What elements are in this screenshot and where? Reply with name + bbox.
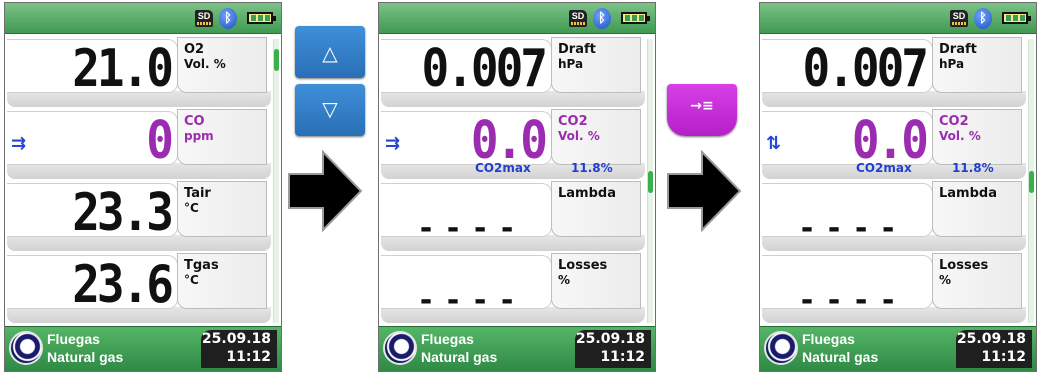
draft-value: 0.007 [802, 38, 929, 99]
measurement-row-co2[interactable]: ⇅ 0.0 CO2 Vol. % CO2max 11.8% [760, 107, 1026, 179]
datetime-panel: 25.09.18 11:12 [956, 330, 1032, 368]
co-value: 0 [146, 110, 174, 171]
co2-unit: Vol. % [939, 129, 981, 143]
fluegas-logo-icon [383, 331, 417, 365]
device-screen-1: SD ᛒ 21.0 O2 Vol. % ⇉ 0 CO ppm 23.3 Tair… [4, 2, 282, 372]
measurement-row-o2[interactable]: 21.0 O2 Vol. % [5, 35, 271, 107]
o2-unit: Vol. % [184, 57, 226, 71]
o2-label: O2 [184, 42, 205, 57]
scrollbar-thumb[interactable] [1029, 171, 1034, 193]
measurement-row-lambda[interactable]: ---- Lambda [760, 179, 1026, 251]
bluetooth-icon: ᛒ [974, 8, 992, 29]
transition-arrow-icon [288, 150, 363, 232]
device-screen-2: SD ᛒ 0.007 Draft hPa ⇉ 0.0 CO2 Vol. % CO… [378, 2, 656, 372]
enter-key-button[interactable]: →≡ [667, 84, 737, 136]
lambda-label: Lambda [939, 186, 997, 201]
tair-value: 23.3 [72, 182, 174, 243]
sd-card-icon: SD [195, 10, 213, 27]
losses-label: Losses [939, 258, 989, 273]
program-name: Fluegas [47, 331, 100, 347]
draft-unit: hPa [558, 57, 584, 71]
down-key-button[interactable]: ▽ [295, 84, 365, 136]
tgas-unit: °C [184, 273, 199, 287]
battery-icon [1002, 12, 1031, 24]
draft-value: 0.007 [421, 38, 548, 99]
sd-card-icon: SD [950, 10, 968, 27]
losses-value: ---- [417, 283, 526, 318]
zero-point-icon: ⇉ [385, 133, 401, 154]
tair-unit: °C [184, 201, 199, 215]
date-text: 25.09.18 [956, 331, 1026, 347]
move-row-icon: ⇅ [766, 133, 782, 154]
measurement-row-co[interactable]: ⇉ 0 CO ppm [5, 107, 271, 179]
scrollbar-thumb[interactable] [274, 49, 279, 71]
footer-bar: Fluegas Natural gas 25.09.18 11:12 [379, 326, 655, 371]
status-bar: SD ᛒ [5, 3, 281, 34]
time-text: 11:12 [226, 349, 271, 365]
co2max-value: 11.8% [571, 161, 613, 175]
fuel-type: Natural gas [421, 349, 498, 365]
co2-label: CO2 [558, 114, 588, 129]
losses-unit: % [939, 273, 952, 287]
battery-icon [247, 12, 276, 24]
draft-label: Draft [558, 42, 596, 57]
datetime-panel: 25.09.18 11:12 [575, 330, 651, 368]
measurement-row-draft[interactable]: 0.007 Draft hPa [760, 35, 1026, 107]
time-text: 11:12 [981, 349, 1026, 365]
lambda-label: Lambda [558, 186, 616, 201]
co2max-label: CO2max [475, 161, 531, 175]
losses-unit: % [558, 273, 571, 287]
time-text: 11:12 [600, 349, 645, 365]
measurement-row-co2[interactable]: ⇉ 0.0 CO2 Vol. % CO2max 11.8% [379, 107, 645, 179]
measurement-row-losses[interactable]: ---- Losses % [760, 251, 1026, 323]
measurement-row-draft[interactable]: 0.007 Draft hPa [379, 35, 645, 107]
program-name: Fluegas [421, 331, 474, 347]
fluegas-logo-icon [9, 331, 43, 365]
fuel-type: Natural gas [47, 349, 124, 365]
scrollbar[interactable] [647, 39, 653, 323]
footer-bar: Fluegas Natural gas 25.09.18 11:12 [5, 326, 281, 371]
co2-unit: Vol. % [558, 129, 600, 143]
date-text: 25.09.18 [575, 331, 645, 347]
bluetooth-icon: ᛒ [593, 8, 611, 29]
co2max-label: CO2max [856, 161, 912, 175]
tgas-value: 23.6 [72, 254, 174, 315]
scrollbar[interactable] [1028, 39, 1034, 323]
co2-label: CO2 [939, 114, 969, 129]
transition-arrow-icon [667, 150, 742, 232]
zero-point-icon: ⇉ [11, 133, 27, 154]
co2max-value: 11.8% [952, 161, 994, 175]
battery-icon [621, 12, 650, 24]
tgas-label: Tgas [184, 258, 219, 273]
losses-value: ---- [798, 283, 907, 318]
tair-label: Tair [184, 186, 211, 201]
measurement-row-tgas[interactable]: 23.6 Tgas °C [5, 251, 271, 323]
lambda-value: ---- [798, 211, 907, 246]
datetime-panel: 25.09.18 11:12 [201, 330, 277, 368]
draft-label: Draft [939, 42, 977, 57]
lambda-value: ---- [417, 211, 526, 246]
scrollbar[interactable] [273, 39, 279, 323]
status-bar: SD ᛒ [379, 3, 655, 34]
measurement-row-losses[interactable]: ---- Losses % [379, 251, 645, 323]
footer-bar: Fluegas Natural gas 25.09.18 11:12 [760, 326, 1036, 371]
device-screen-3: SD ᛒ 0.007 Draft hPa ⇅ 0.0 CO2 Vol. % CO… [759, 2, 1037, 372]
draft-unit: hPa [939, 57, 965, 71]
measurement-row-lambda[interactable]: ---- Lambda [379, 179, 645, 251]
scrollbar-thumb[interactable] [648, 171, 653, 193]
co-unit: ppm [184, 129, 214, 143]
co-label: CO [184, 114, 205, 129]
fuel-type: Natural gas [802, 349, 879, 365]
up-key-button[interactable]: △ [295, 26, 365, 78]
status-bar: SD ᛒ [760, 3, 1036, 34]
fluegas-logo-icon [764, 331, 798, 365]
bluetooth-icon: ᛒ [219, 8, 237, 29]
sd-card-icon: SD [569, 10, 587, 27]
program-name: Fluegas [802, 331, 855, 347]
date-text: 25.09.18 [201, 331, 271, 347]
measurement-row-tair[interactable]: 23.3 Tair °C [5, 179, 271, 251]
losses-label: Losses [558, 258, 608, 273]
o2-value: 21.0 [72, 38, 174, 99]
